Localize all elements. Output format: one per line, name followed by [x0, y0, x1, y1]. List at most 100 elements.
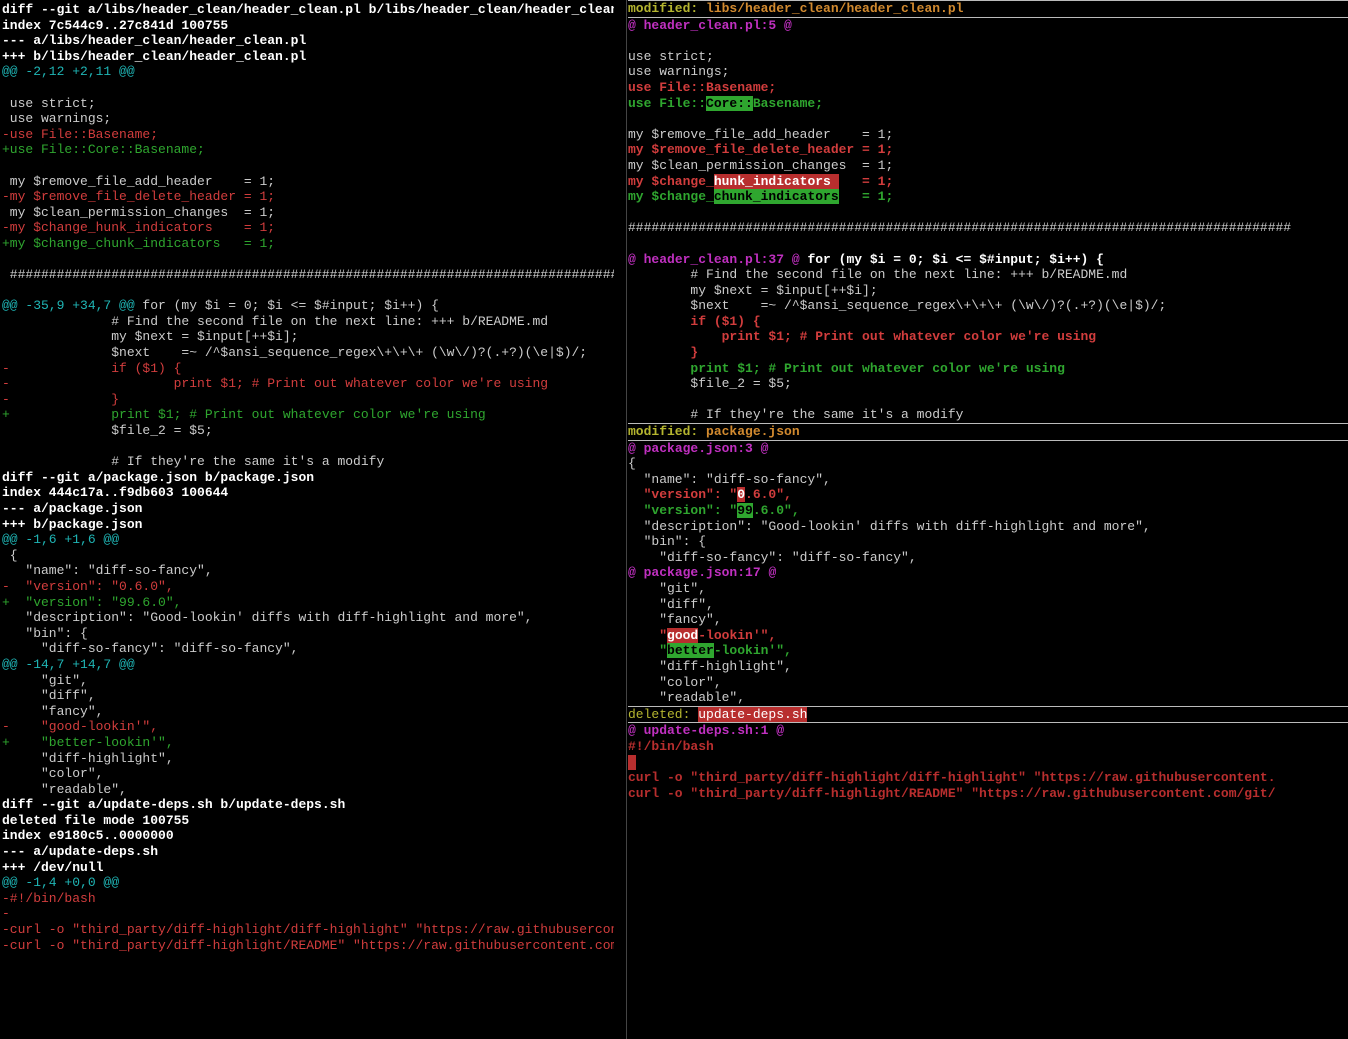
- ctx: "fancy",: [628, 612, 722, 627]
- hunk-ctx: for (my $i = 0; $i <= $#input; $i++) {: [800, 252, 1104, 267]
- word-del: hunk_indicators: [714, 174, 839, 189]
- ctx: "name": "diff-so-fancy",: [2, 563, 213, 578]
- del-line: -my $remove_file_delete_header = 1;: [2, 189, 275, 204]
- word-del: good: [667, 628, 698, 643]
- del-line: print $1; # Print out whatever color we'…: [628, 329, 1096, 344]
- del-line: - if ($1) {: [2, 361, 181, 376]
- fancy-output: modified: libs/header_clean/header_clean…: [628, 1, 1348, 17]
- diff-header: diff --git a/package.json b/package.json: [2, 470, 314, 485]
- fancy-diff-pane[interactable]: modified: libs/header_clean/header_clean…: [626, 0, 1348, 1039]
- del-line: - print $1; # Print out whatever color w…: [2, 376, 548, 391]
- to-file: +++ /dev/null: [2, 860, 103, 875]
- add-line: +my $change_chunk_indicators = 1;: [2, 236, 275, 251]
- ctx: # Find the second file on the next line:…: [2, 314, 548, 329]
- ctx: $file_2 = $5;: [2, 423, 213, 438]
- add-line: + print $1; # Print out whatever color w…: [2, 407, 486, 422]
- del-line: -my $change_hunk_indicators = 1;: [2, 220, 275, 235]
- hunk-marker: @: [768, 723, 784, 738]
- ctx: use warnings;: [628, 64, 729, 79]
- hunk-marker: @: [761, 565, 777, 580]
- word-add: chunk_indicators: [714, 189, 839, 204]
- ctx: $next =~ /^$ansi_sequence_regex\+\+\+ (\…: [628, 298, 1166, 313]
- del-line: my $change_hunk_indicators = 1;: [628, 174, 893, 189]
- hunk-marker: @: [628, 252, 644, 267]
- hunk-marker: @: [628, 723, 644, 738]
- ctx: "git",: [2, 673, 88, 688]
- del-line: -use File::Basename;: [2, 127, 158, 142]
- from-file: --- a/libs/header_clean/header_clean.pl: [2, 33, 306, 48]
- ctx: use warnings;: [2, 111, 111, 126]
- fancy-output: modified: package.json: [628, 424, 1348, 440]
- hunk-header: @@ -35,9 +34,7 @@: [2, 298, 135, 313]
- ctx: use strict;: [2, 96, 96, 111]
- hunk-file: header_clean.pl:37: [644, 252, 784, 267]
- file-header-path: package.json: [706, 424, 800, 439]
- fancy-output: @ update-deps.sh:1 @ #!/bin/bash curl -o…: [628, 723, 1348, 801]
- hunk-marker: @: [753, 441, 769, 456]
- hunk-file: package.json:3: [644, 441, 753, 456]
- del-line: curl -o "third_party/diff-highlight/READ…: [628, 786, 1276, 801]
- ctx: "readable",: [628, 690, 745, 705]
- del-line: my $remove_file_delete_header = 1;: [628, 142, 893, 157]
- index-line: index e9180c5..0000000: [2, 828, 174, 843]
- word-add: better: [667, 643, 714, 658]
- hunk-marker: @: [784, 252, 800, 267]
- from-file: --- a/package.json: [2, 501, 142, 516]
- del-line: -curl -o "third_party/diff-highlight/REA…: [2, 938, 614, 953]
- del-line: #!/bin/bash: [628, 739, 714, 754]
- ctx: "description": "Good-lookin' diffs with …: [628, 519, 1151, 534]
- del-line: if ($1) {: [628, 314, 761, 329]
- ctx: "diff-so-fancy": "diff-so-fancy",: [628, 550, 917, 565]
- del-line: -curl -o "third_party/diff-highlight/dif…: [2, 922, 614, 937]
- add-line: "version": "99.6.0",: [628, 503, 800, 518]
- ctx: "bin": {: [628, 534, 706, 549]
- word-add: 99: [737, 503, 753, 518]
- ctx: "diff-so-fancy": "diff-so-fancy",: [2, 641, 298, 656]
- del-line: "good-lookin'",: [628, 628, 776, 643]
- deleted-file-mode: deleted file mode 100755: [2, 813, 189, 828]
- ctx: my $remove_file_add_header = 1;: [2, 174, 275, 189]
- file-header-path: libs/header_clean/header_clean.pl: [706, 1, 963, 16]
- ctx: # If they're the same it's a modify: [628, 407, 963, 422]
- ctx: "diff",: [628, 597, 714, 612]
- del-line: - "version": "0.6.0",: [2, 579, 174, 594]
- file-header-label: deleted:: [628, 707, 698, 722]
- ctx: "description": "Good-lookin' diffs with …: [2, 610, 533, 625]
- hunk-ctx: for (my $i = 0; $i <= $#input; $i++) {: [135, 298, 439, 313]
- fancy-output: @ header_clean.pl:5 @ use strict; use wa…: [628, 18, 1348, 423]
- file-header-path-deleted: update-deps.sh: [698, 707, 807, 722]
- fancy-output: @ package.json:3 @ { "name": "diff-so-fa…: [628, 441, 1348, 706]
- hunk-header: @@ -2,12 +2,11 @@: [2, 64, 135, 79]
- hunk-marker: @: [628, 565, 644, 580]
- ctx: "color",: [628, 675, 722, 690]
- to-file: +++ b/package.json: [2, 517, 142, 532]
- del-line: }: [628, 345, 698, 360]
- del-line: "version": "0.6.0",: [628, 487, 792, 502]
- ctx: "name": "diff-so-fancy",: [628, 472, 831, 487]
- del-line: use File::Basename;: [628, 80, 776, 95]
- raw-diff-pane[interactable]: diff --git a/libs/header_clean/header_cl…: [0, 0, 614, 1039]
- ctx: "diff",: [2, 688, 96, 703]
- ctx: {: [2, 548, 18, 563]
- ctx: {: [628, 456, 636, 471]
- hunk-header: @@ -1,6 +1,6 @@: [2, 532, 119, 547]
- ctx: # Find the second file on the next line:…: [628, 267, 1127, 282]
- add-line: + "better-lookin'",: [2, 735, 174, 750]
- ctx: my $clean_permission_changes = 1;: [628, 158, 893, 173]
- diff-header: diff --git a/libs/header_clean/header_cl…: [2, 2, 614, 17]
- ctx: "color",: [2, 766, 103, 781]
- diff-output: diff --git a/libs/header_clean/header_cl…: [2, 2, 614, 953]
- pane-gap: [614, 0, 626, 1039]
- cursor: [628, 755, 636, 770]
- ctx: "fancy",: [2, 704, 103, 719]
- file-header-label: modified:: [628, 1, 706, 16]
- del-line: -: [2, 906, 10, 921]
- ctx: "git",: [628, 581, 706, 596]
- ctx: $next =~ /^$ansi_sequence_regex\+\+\+ (\…: [2, 345, 587, 360]
- del-line: - }: [2, 392, 119, 407]
- ctx: "readable",: [2, 782, 127, 797]
- ctx: use strict;: [628, 49, 714, 64]
- ctx: my $clean_permission_changes = 1;: [2, 205, 275, 220]
- del-line: curl -o "third_party/diff-highlight/diff…: [628, 770, 1276, 785]
- del-line: -#!/bin/bash: [2, 891, 96, 906]
